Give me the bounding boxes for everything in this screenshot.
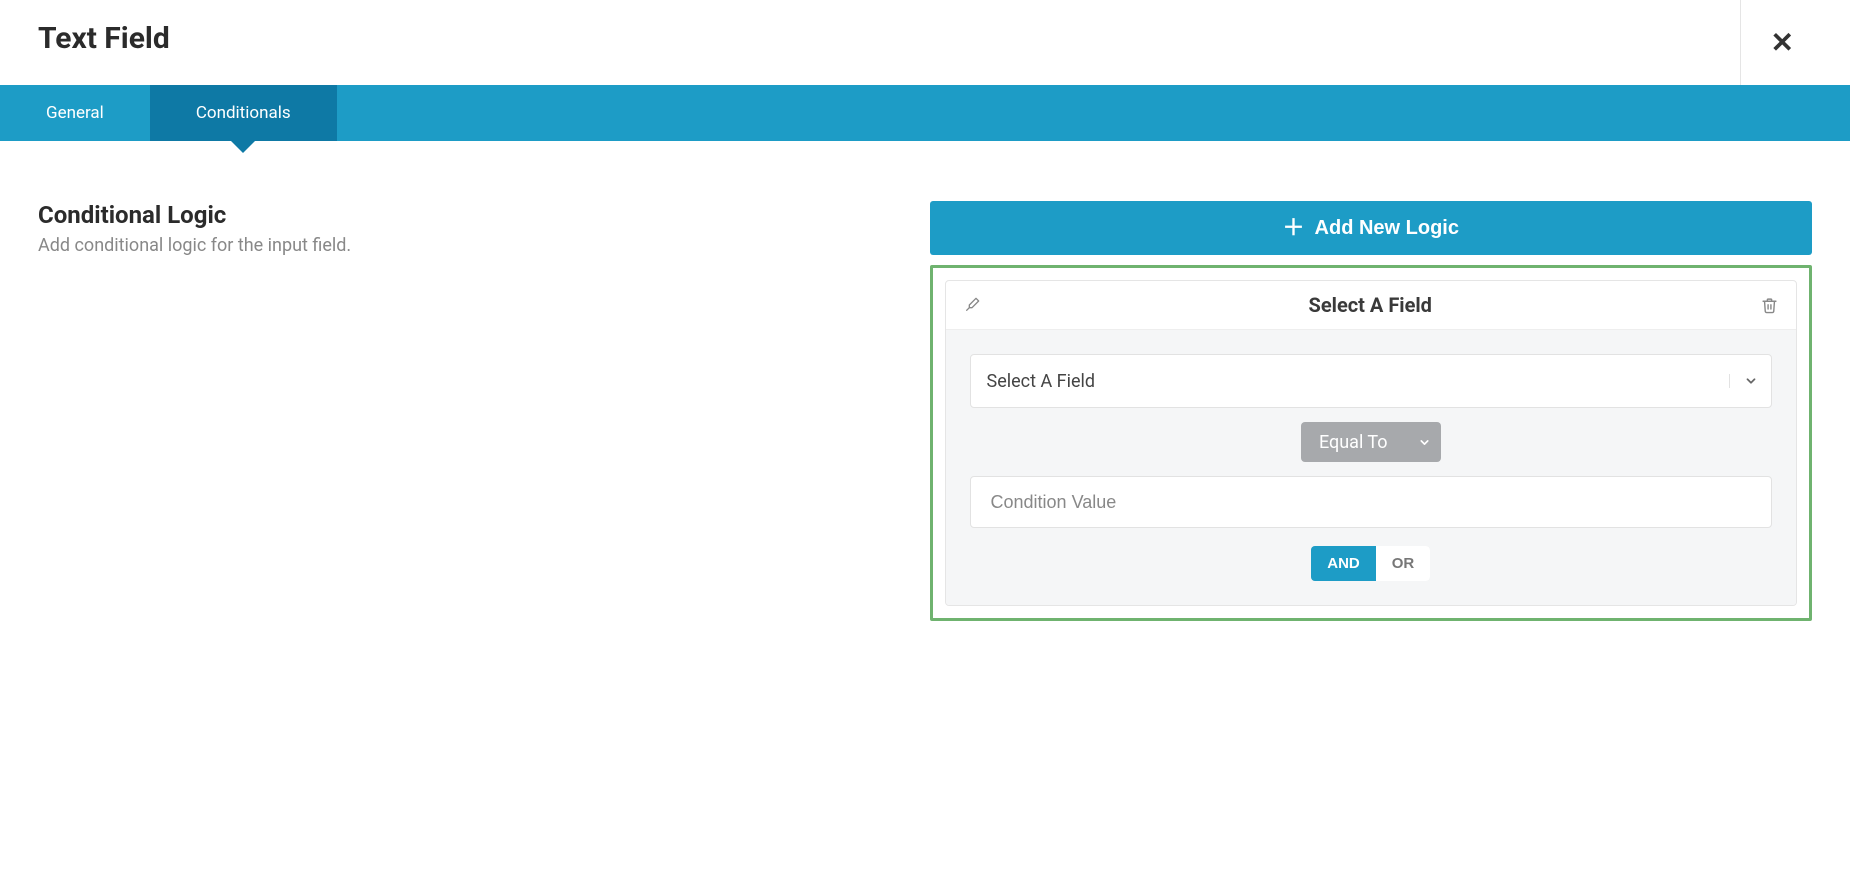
close-wrap: ✕ [1740,0,1812,85]
section-subtext: Add conditional logic for the input fiel… [38,235,890,256]
logic-card: Select A Field Select A Field [945,280,1797,606]
boolean-toggle: AND OR [1311,546,1430,581]
or-button[interactable]: OR [1376,546,1431,581]
chevron-down-icon [1729,374,1771,388]
close-button[interactable]: ✕ [1771,29,1794,57]
chevron-down-icon [1418,436,1431,449]
edit-button[interactable] [964,297,980,313]
plus-icon: ＋ [1283,217,1305,239]
field-select[interactable]: Select A Field [970,354,1772,408]
card-body: Select A Field Equal To [946,330,1796,605]
condition-value-input[interactable] [970,476,1772,528]
field-select-value: Select A Field [971,371,1729,392]
content: Conditional Logic Add conditional logic … [0,141,1850,621]
modal-header: Text Field ✕ [0,0,1850,85]
delete-button[interactable] [1761,297,1778,314]
add-new-logic-button[interactable]: ＋ Add New Logic [930,201,1812,255]
operator-value: Equal To [1319,432,1388,453]
card-title: Select A Field [980,293,1761,317]
section-heading: Conditional Logic [38,201,890,229]
eyedropper-icon [964,297,980,313]
tab-conditionals[interactable]: Conditionals [150,85,337,141]
tab-label: Conditionals [196,103,291,123]
operator-row: Equal To [970,422,1772,462]
tab-label: General [46,103,104,123]
tab-general[interactable]: General [0,85,150,141]
trash-icon [1761,297,1778,314]
section-info: Conditional Logic Add conditional logic … [38,201,890,621]
add-button-label: Add New Logic [1315,217,1459,240]
close-icon: ✕ [1771,27,1794,58]
section-controls: ＋ Add New Logic Select A Field [930,201,1812,621]
card-header: Select A Field [946,281,1796,330]
and-button[interactable]: AND [1311,546,1376,581]
logic-block-highlight: Select A Field Select A Field [930,265,1812,621]
tab-bar: General Conditionals [0,85,1850,141]
operator-select[interactable]: Equal To [1301,422,1441,462]
boolean-row: AND OR [970,546,1772,581]
page-title: Text Field [38,21,170,56]
